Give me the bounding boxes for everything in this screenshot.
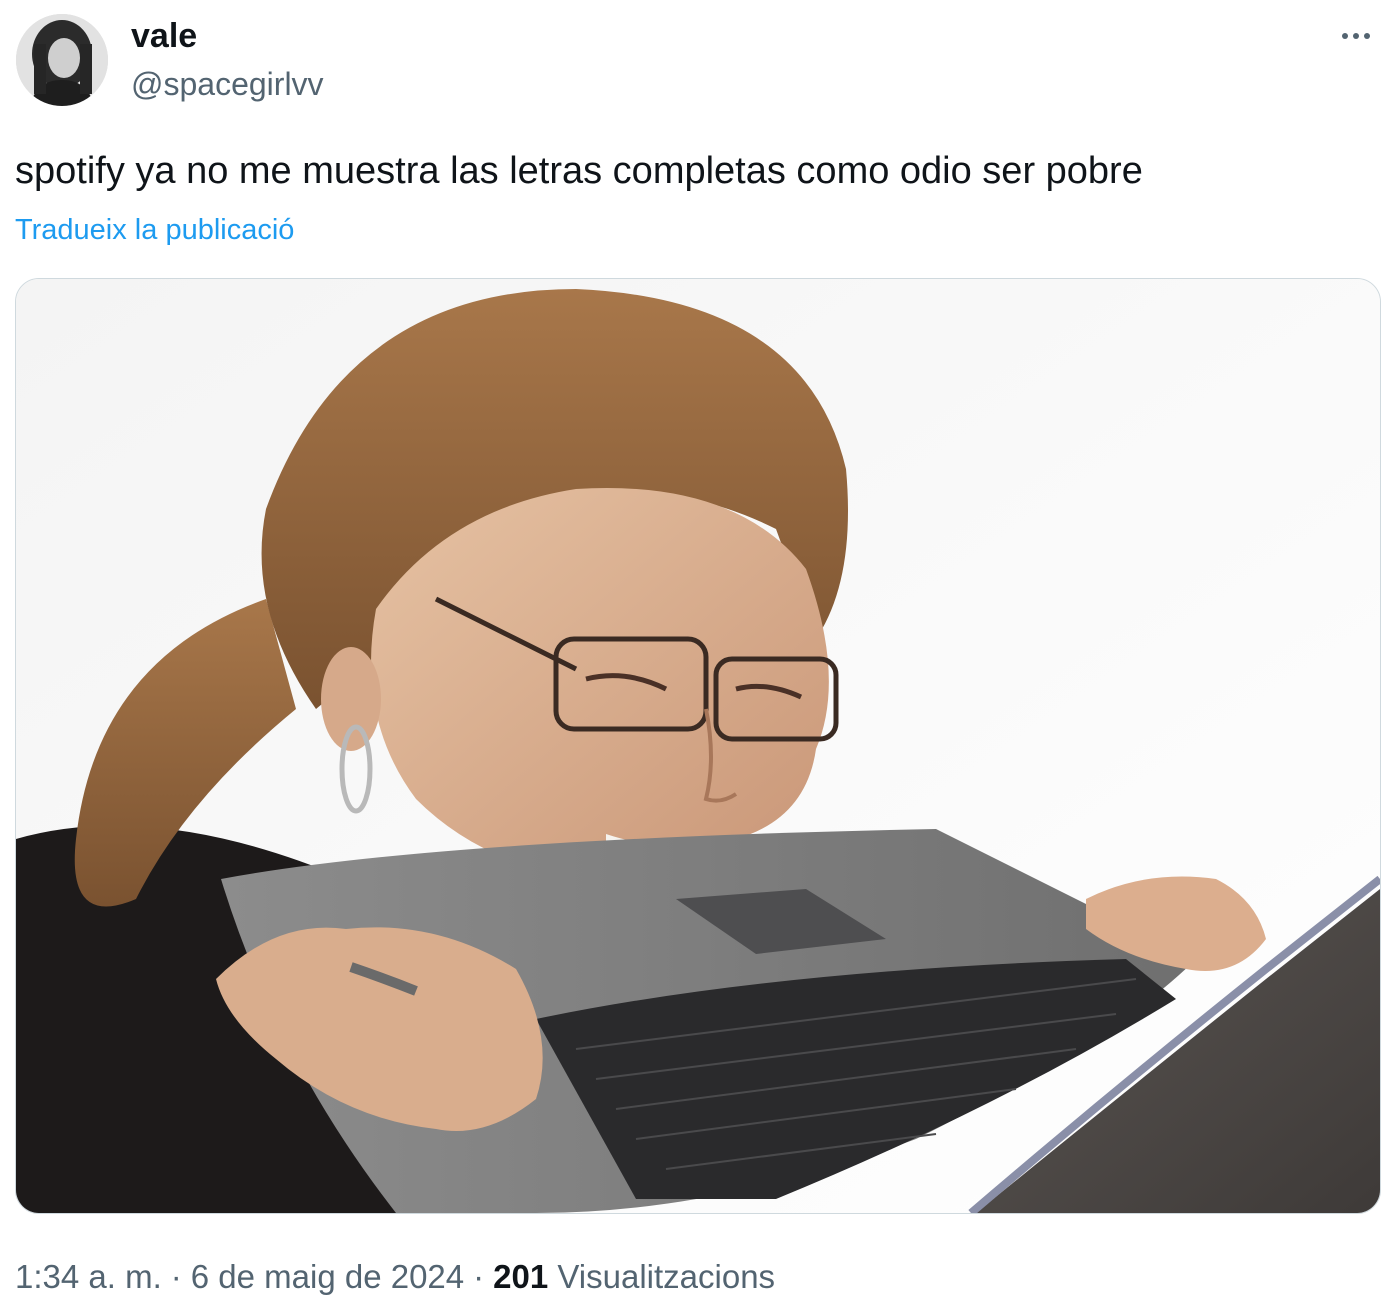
views-label: Visualitzacions: [557, 1258, 776, 1295]
tweet-media-image[interactable]: [15, 278, 1381, 1214]
tweet-text: spotify ya no me muestra las letras comp…: [15, 150, 1143, 192]
translate-post-link[interactable]: Tradueix la publicació: [15, 210, 294, 250]
author-avatar[interactable]: [16, 14, 108, 106]
views-count: 201: [493, 1258, 549, 1295]
more-options-button[interactable]: [1334, 16, 1378, 56]
tweet-timestamp[interactable]: 1:34 a. m. · 6 de maig de 2024: [15, 1258, 464, 1295]
avatar-image: [16, 14, 108, 106]
author-handle[interactable]: @spacegirlvv: [131, 64, 324, 104]
tweet-date: 6 de maig de 2024: [190, 1258, 465, 1295]
tweet-card: vale @spacegirlvv spotify ya no me muest…: [0, 0, 1400, 1309]
tweet-time: 1:34 a. m.: [15, 1258, 162, 1295]
tweet-meta: 1:34 a. m. · 6 de maig de 2024 · 201 Visuali…: [15, 1256, 775, 1298]
meta-separator: ·: [473, 1258, 485, 1295]
more-horizontal-icon: [1342, 33, 1348, 39]
meme-photo: [16, 279, 1380, 1213]
meta-separator: ·: [170, 1258, 182, 1295]
author-display-name[interactable]: vale: [131, 16, 197, 56]
